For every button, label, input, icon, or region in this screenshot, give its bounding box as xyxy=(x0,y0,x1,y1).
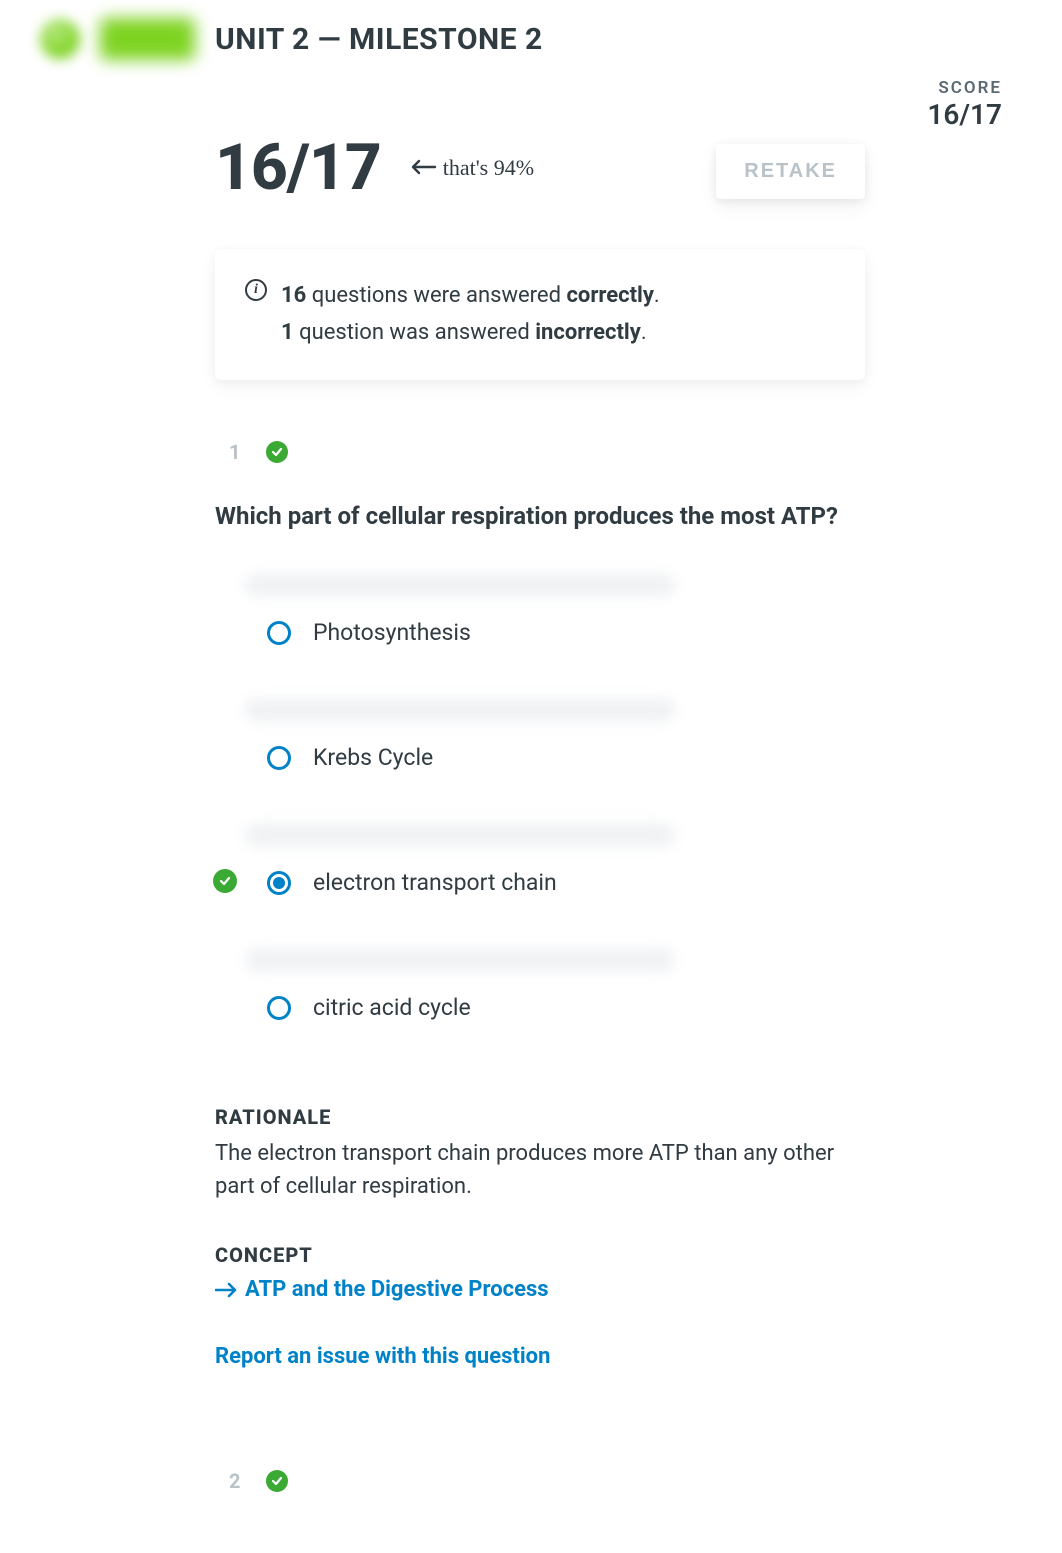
concept-heading: CONCEPT xyxy=(215,1243,865,1267)
logo-pill xyxy=(100,18,195,60)
rationale-heading: RATIONALE xyxy=(215,1105,865,1129)
radio-selected-icon[interactable] xyxy=(267,871,291,895)
summary-box: i 16 questions were answered correctly. … xyxy=(215,249,865,380)
blur-bar xyxy=(245,573,675,597)
percent-note: that's 94% xyxy=(409,155,534,181)
correct-count: 16 xyxy=(281,283,306,308)
score-label: SCORE xyxy=(927,78,1002,98)
incorrect-word: incorrectly xyxy=(535,320,641,345)
radio-icon[interactable] xyxy=(267,996,291,1020)
option-row[interactable]: electron transport chain xyxy=(215,823,865,930)
info-icon: i xyxy=(245,279,267,301)
report-issue-link[interactable]: Report an issue with this question xyxy=(215,1344,865,1369)
blur-bar xyxy=(245,948,675,972)
correct-word: correctly xyxy=(566,283,653,308)
question-text: Which part of cellular respiration produ… xyxy=(215,500,865,534)
incorrect-count: 1 xyxy=(281,320,294,345)
blur-bar xyxy=(245,698,675,722)
retake-button[interactable]: RETAKE xyxy=(716,144,865,199)
option-row[interactable]: Krebs Cycle xyxy=(215,698,865,805)
big-score: 16/17 xyxy=(215,130,381,205)
option-row[interactable]: citric acid cycle xyxy=(215,948,865,1055)
percent-text: that's 94% xyxy=(443,155,534,181)
correct-text: questions were answered xyxy=(306,283,566,308)
concept-link[interactable]: ATP and the Digestive Process xyxy=(215,1277,865,1302)
radio-icon[interactable] xyxy=(267,746,291,770)
score-block: SCORE 16/17 xyxy=(927,78,1002,131)
options-list: Photosynthesis Krebs Cycle electron tran… xyxy=(215,573,865,1055)
incorrect-text: question was answered xyxy=(294,320,536,345)
check-icon xyxy=(266,1470,288,1492)
radio-icon[interactable] xyxy=(267,621,291,645)
option-label: Krebs Cycle xyxy=(313,744,433,771)
score-row: 16/17 that's 94% RETAKE xyxy=(215,130,865,205)
question-1-header: 1 xyxy=(215,440,865,464)
arrow-right-icon xyxy=(215,1281,237,1299)
check-icon xyxy=(266,441,288,463)
option-label: citric acid cycle xyxy=(313,994,471,1021)
option-label: Photosynthesis xyxy=(313,619,471,646)
blur-bar xyxy=(245,823,675,847)
option-label: electron transport chain xyxy=(313,869,557,896)
page-title: UNIT 2 — MILESTONE 2 xyxy=(215,22,543,57)
option-row[interactable]: Photosynthesis xyxy=(215,573,865,680)
arrow-left-icon xyxy=(409,157,437,179)
logo-icon xyxy=(40,19,80,59)
question-number: 1 xyxy=(229,440,240,464)
rationale-text: The electron transport chain produces mo… xyxy=(215,1137,865,1203)
concept-link-text: ATP and the Digestive Process xyxy=(245,1277,549,1302)
question-2-header: 2 xyxy=(215,1469,865,1493)
score-value: 16/17 xyxy=(927,98,1002,131)
question-number: 2 xyxy=(229,1469,240,1493)
summary-lines: 16 questions were answered correctly. 1 … xyxy=(281,277,660,352)
header-bar: UNIT 2 — MILESTONE 2 xyxy=(0,0,1062,70)
